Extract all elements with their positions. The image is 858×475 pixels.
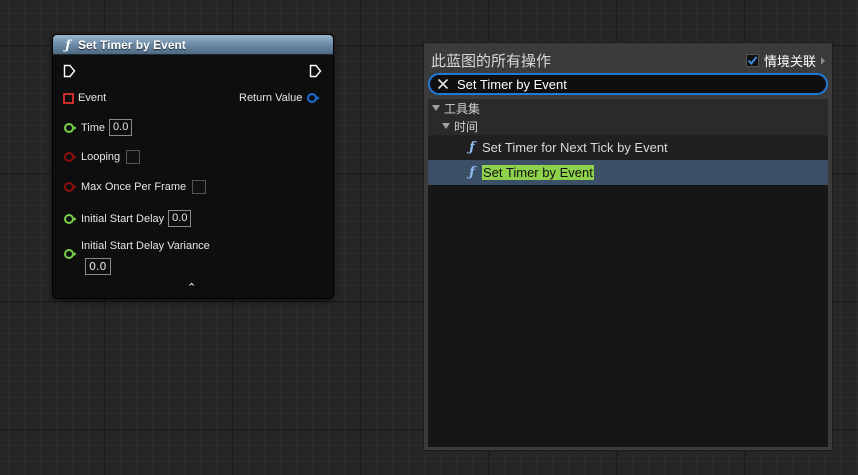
exec-in-row — [63, 64, 76, 78]
action-item-label: Set Timer by Event — [482, 165, 594, 180]
context-sensitive-toggle[interactable]: 情境关联 — [745, 51, 826, 70]
action-item-set-timer-by-event[interactable]: ƒ Set Timer by Event — [428, 160, 828, 185]
chevron-right-icon[interactable] — [820, 56, 826, 66]
menu-title: 此蓝图的所有操作 — [431, 52, 552, 70]
context-sensitive-label: 情境关联 — [763, 55, 816, 70]
max-once-label: Max Once Per Frame — [81, 181, 187, 193]
exec-in-pin-icon[interactable] — [63, 64, 76, 78]
initial-delay-variance-row — [63, 248, 77, 260]
set-timer-by-event-node[interactable]: ƒ Set Timer by Event Event Return Value … — [52, 34, 334, 299]
exec-out-pin-icon[interactable] — [309, 64, 322, 78]
search-bar — [428, 73, 828, 95]
function-icon: ƒ — [469, 140, 475, 155]
action-tree[interactable]: 工具集 时间 ƒ Set Timer for Next Tick by Even… — [428, 99, 828, 447]
search-input[interactable] — [457, 76, 826, 92]
expand-triangle-icon — [442, 123, 450, 129]
looping-checkbox[interactable] — [126, 150, 141, 164]
event-pin-row: Event — [63, 92, 106, 104]
action-item-set-timer-next-tick[interactable]: ƒ Set Timer for Next Tick by Event — [428, 135, 828, 160]
initial-delay-variance-pin-icon[interactable] — [63, 248, 77, 260]
event-label: Event — [78, 92, 107, 104]
initial-start-delay-label: Initial Start Delay — [81, 212, 165, 225]
return-value-row: Return Value — [239, 92, 320, 104]
initial-start-delay-field[interactable]: 0.0 — [168, 210, 192, 227]
initial-delay-variance-field[interactable]: 0.0 — [85, 258, 111, 275]
time-pin-icon[interactable] — [63, 122, 77, 134]
category-utilities[interactable]: 工具集 — [428, 99, 828, 117]
initial-start-delay-pin-icon[interactable] — [63, 213, 77, 225]
time-label: Time — [81, 121, 106, 134]
looping-pin-icon[interactable] — [63, 151, 77, 163]
initial-start-delay-row: Initial Start Delay 0.0 — [63, 210, 192, 227]
clear-search-icon[interactable] — [437, 78, 449, 90]
context-sensitive-checkbox[interactable] — [745, 54, 759, 67]
function-icon: ƒ — [65, 37, 71, 52]
expand-triangle-icon — [432, 105, 440, 111]
return-value-pin-icon[interactable] — [306, 92, 320, 104]
node-header[interactable]: ƒ Set Timer by Event — [53, 35, 333, 55]
time-value-field[interactable]: 0.0 — [109, 119, 133, 136]
exec-out-row — [309, 64, 322, 78]
initial-delay-variance-label: Initial Start Delay Variance — [81, 240, 210, 252]
looping-label: Looping — [81, 151, 121, 163]
event-delegate-pin-icon[interactable] — [63, 92, 74, 104]
time-pin-row: Time 0.0 — [63, 119, 133, 136]
max-once-pin-icon[interactable] — [63, 181, 77, 193]
category-time[interactable]: 时间 — [428, 117, 828, 135]
function-icon: ƒ — [469, 165, 475, 180]
return-value-label: Return Value — [239, 92, 303, 104]
max-once-checkbox[interactable] — [192, 180, 207, 194]
initial-delay-variance-field-wrap: 0.0 — [81, 255, 111, 275]
category-label: 时间 — [454, 119, 479, 134]
looping-pin-row: Looping — [63, 150, 141, 164]
max-once-pin-row: Max Once Per Frame — [63, 180, 207, 194]
collapse-chevron-up-icon[interactable]: ⌃ — [187, 281, 196, 294]
blueprint-action-menu: 此蓝图的所有操作 情境关联 工具集 时间 ƒ Set Timer for Nex… — [423, 42, 833, 451]
category-label: 工具集 — [444, 101, 481, 116]
checkmark-icon — [747, 56, 758, 66]
node-title: Set Timer by Event — [78, 37, 186, 52]
action-item-label: Set Timer for Next Tick by Event — [482, 140, 668, 155]
